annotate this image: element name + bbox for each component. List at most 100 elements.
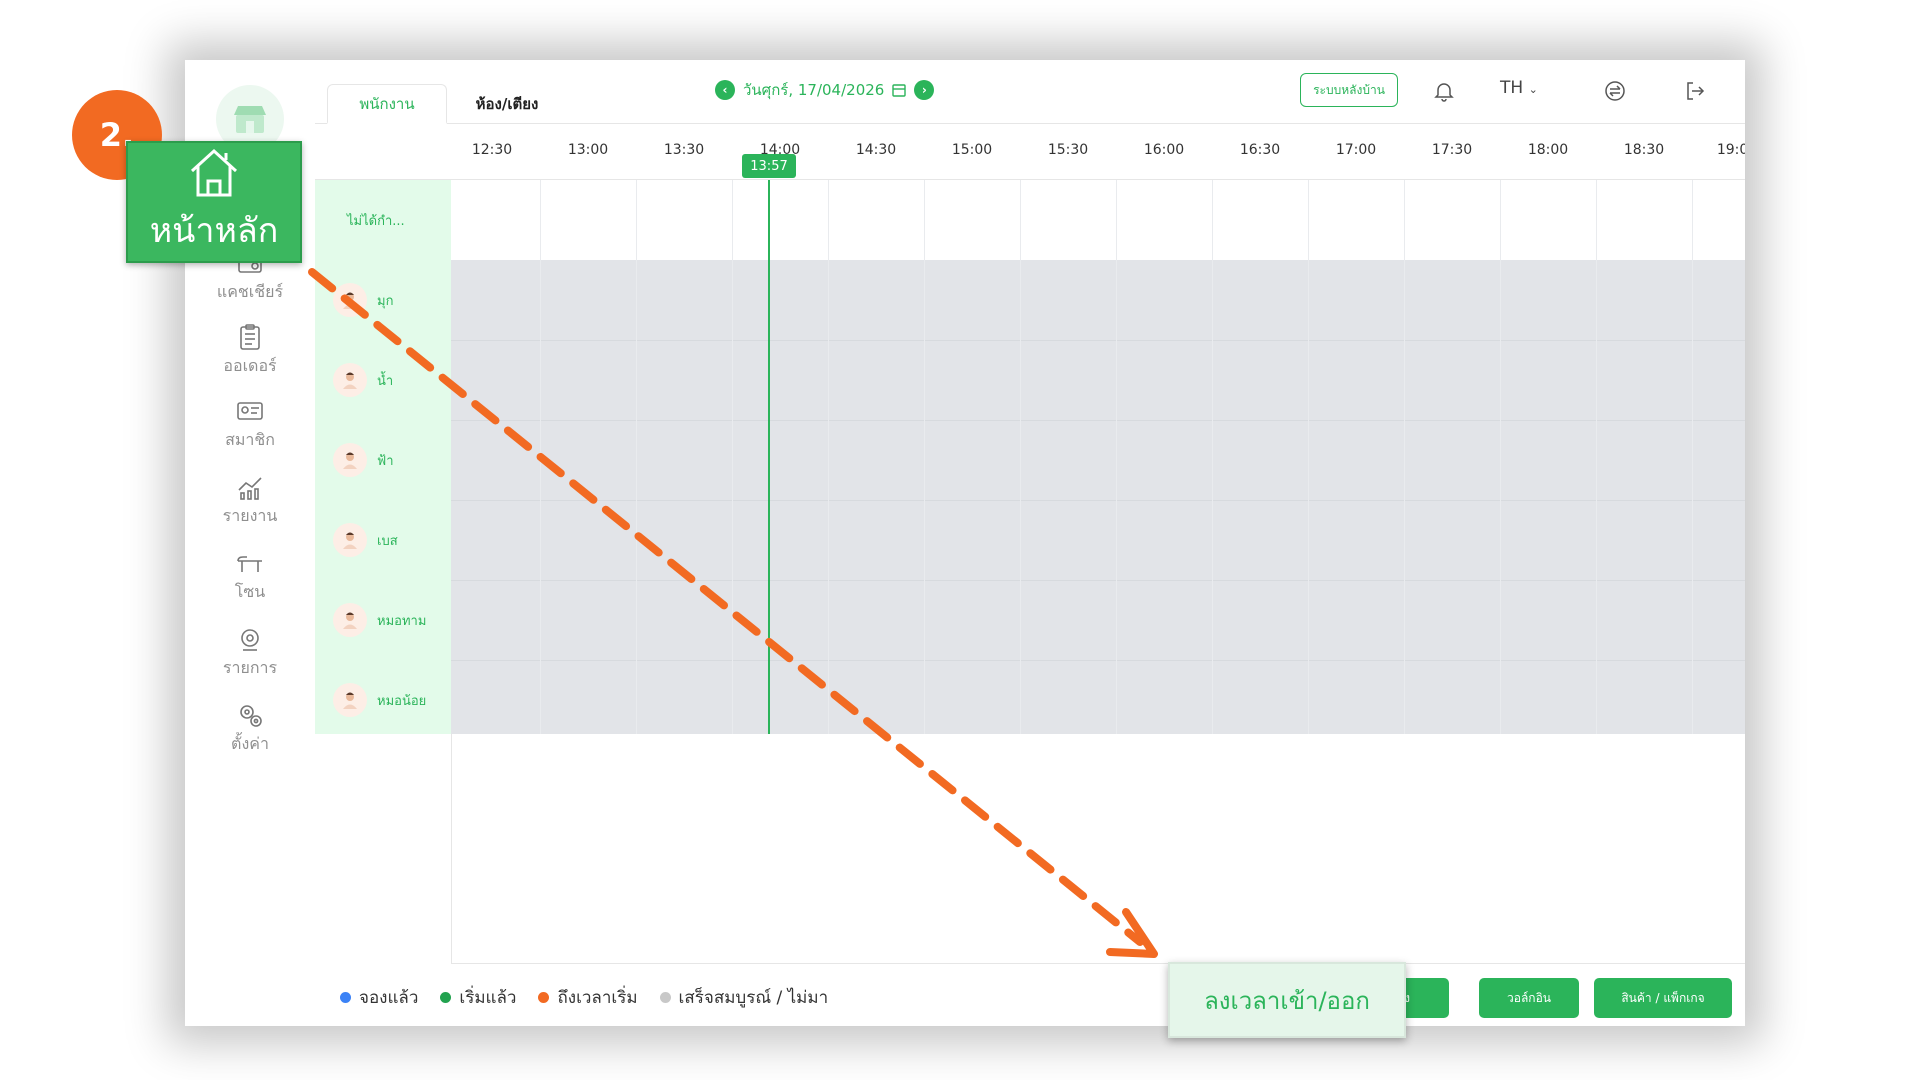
row-divider <box>451 340 1745 341</box>
grid-column-line <box>1308 180 1309 734</box>
sidebar-item-label: แคชเชียร์ <box>216 282 284 301</box>
walk-in-button[interactable]: วอล์กอิน <box>1479 978 1579 1018</box>
sidebar-item-services[interactable]: รายการ <box>185 624 315 694</box>
staff-row[interactable]: หมอน้อย <box>315 660 451 740</box>
row-divider <box>451 420 1745 421</box>
sidebar-item-reports[interactable]: รายงาน <box>185 472 315 542</box>
bell-icon <box>1434 83 1454 102</box>
chevron-down-icon: ⌄ <box>1528 83 1538 96</box>
staff-name: เบส <box>377 533 398 549</box>
backoffice-button[interactable]: ระบบหลังบ้าน <box>1300 73 1398 107</box>
sidebar-item-label: รายงาน <box>222 506 278 525</box>
legend-item-complete: เสร็จสมบูรณ์ / ไม่มา <box>659 984 829 1011</box>
grid-column-line <box>1116 180 1117 734</box>
next-day-button[interactable]: › <box>914 80 935 100</box>
time-tick: 19:00 <box>1716 142 1745 158</box>
products-packages-button[interactable]: สินค้า / แพ็กเกจ <box>1594 978 1732 1018</box>
staff-name: มุก <box>377 293 394 309</box>
logout-icon <box>1687 82 1705 100</box>
time-tick: 15:30 <box>1047 142 1089 158</box>
sidebar-item-members[interactable]: สมาชิก <box>185 396 315 466</box>
grid-column-line <box>1596 180 1597 734</box>
switch-icon <box>1605 81 1625 101</box>
avatar <box>333 363 367 397</box>
current-date[interactable]: วันศุกร์, 17/04/2026 <box>743 78 884 102</box>
legend-item-booked: จองแล้ว <box>340 984 418 1011</box>
person-icon <box>343 612 357 629</box>
tab-rooms[interactable]: ห้อง/เตียง <box>447 84 567 124</box>
staff-row[interactable]: น้ำ <box>315 340 451 420</box>
time-tick: 15:00 <box>951 142 993 158</box>
avatar <box>333 443 367 477</box>
row-divider <box>451 500 1745 501</box>
grid-column-line <box>1404 180 1405 734</box>
staff-column: ไม่ได้กำ... มุก น้ำ ฟ้า เบส หมอทาม หมอน้… <box>315 180 451 734</box>
time-tick: 18:00 <box>1527 142 1569 158</box>
person-icon <box>343 452 357 469</box>
language-code: TH <box>1500 78 1524 98</box>
home-menu-callout: หน้าหลัก <box>126 141 302 263</box>
staff-row[interactable]: หมอทาม <box>315 580 451 660</box>
avatar <box>333 603 367 637</box>
time-tick: 17:30 <box>1431 142 1473 158</box>
person-icon <box>343 532 357 549</box>
member-card-icon <box>237 402 263 420</box>
time-tick: 13:00 <box>567 142 609 158</box>
sidebar-item-orders[interactable]: ออเดอร์ <box>185 322 315 392</box>
time-tick: 12:30 <box>471 142 513 158</box>
staff-name: หมอทาม <box>377 613 427 629</box>
app-window: แคชเชียร์ ออเดอร์ สมาชิก รายงาน โซน รายก… <box>185 60 1745 1026</box>
grid-column-line <box>1692 180 1693 734</box>
status-legend: จองแล้ว เริ่มแล้ว ถึงเวลาเริ่ม เสร็จสมบู… <box>340 984 828 1011</box>
shop-logo-icon <box>234 106 266 133</box>
staff-name: ฟ้า <box>377 453 394 469</box>
home-callout-label: หน้าหลัก <box>149 211 279 251</box>
grid-column-line <box>732 180 733 734</box>
clock-in-out-callout: ลงเวลาเข้า/ออก <box>1168 962 1406 1038</box>
tutorial-screenshot: แคชเชียร์ ออเดอร์ สมาชิก รายงาน โซน รายก… <box>0 0 1920 1080</box>
grid-column-line <box>636 180 637 734</box>
timeline-header: 12:30 13:00 13:30 14:00 14:30 15:00 15:3… <box>315 124 1745 180</box>
sidebar-item-label: ออเดอร์ <box>223 356 277 375</box>
prev-day-button[interactable]: ‹ <box>715 80 735 100</box>
avatar <box>333 683 367 717</box>
time-tick: 16:00 <box>1143 142 1185 158</box>
staff-row[interactable]: เบส <box>315 500 451 580</box>
time-tick: 16:30 <box>1239 142 1281 158</box>
language-selector[interactable]: TH ⌄ <box>1500 78 1538 98</box>
sidebar-item-settings[interactable]: ตั้งค่า <box>185 700 315 770</box>
time-tick: 17:00 <box>1335 142 1377 158</box>
legend-label: เสร็จสมบูรณ์ / ไม่มา <box>678 988 829 1008</box>
sidebar-item-label: ตั้งค่า <box>231 734 269 753</box>
grid-column-line <box>924 180 925 734</box>
legend-item-due: ถึงเวลาเริ่ม <box>538 984 638 1011</box>
grid-column-line <box>1500 180 1501 734</box>
current-time-line <box>768 180 770 734</box>
switch-button[interactable] <box>1602 78 1628 104</box>
grid-column-line <box>1212 180 1213 734</box>
person-icon <box>343 292 357 309</box>
grid-column-line <box>1020 180 1021 734</box>
tab-staff[interactable]: พนักงาน <box>327 84 447 124</box>
legend-dot <box>659 992 671 1003</box>
staff-row-unassigned[interactable]: ไม่ได้กำ... <box>315 180 451 260</box>
staff-row[interactable]: ฟ้า <box>315 420 451 500</box>
logout-button[interactable] <box>1682 78 1708 104</box>
avatar <box>333 283 367 317</box>
top-bar: พนักงาน ห้อง/เตียง ‹ วันศุกร์, 17/04/202… <box>315 60 1745 124</box>
empty-schedule-area <box>451 734 1745 964</box>
staff-name: น้ำ <box>377 373 394 389</box>
legend-label: เริ่มแล้ว <box>459 988 517 1008</box>
legend-dot <box>538 992 550 1003</box>
service-icon <box>241 629 259 651</box>
staff-row[interactable]: มุก <box>315 260 451 340</box>
staff-name: ไม่ได้กำ... <box>347 213 405 229</box>
person-icon <box>343 372 357 389</box>
unavailable-area <box>451 260 1745 734</box>
calendar-icon[interactable] <box>892 83 907 97</box>
sidebar-item-zones[interactable]: โซน <box>185 548 315 618</box>
clipboard-icon <box>240 324 260 350</box>
staff-name: หมอน้อย <box>377 693 427 709</box>
notification-button[interactable] <box>1431 78 1457 104</box>
time-tick: 14:30 <box>855 142 897 158</box>
